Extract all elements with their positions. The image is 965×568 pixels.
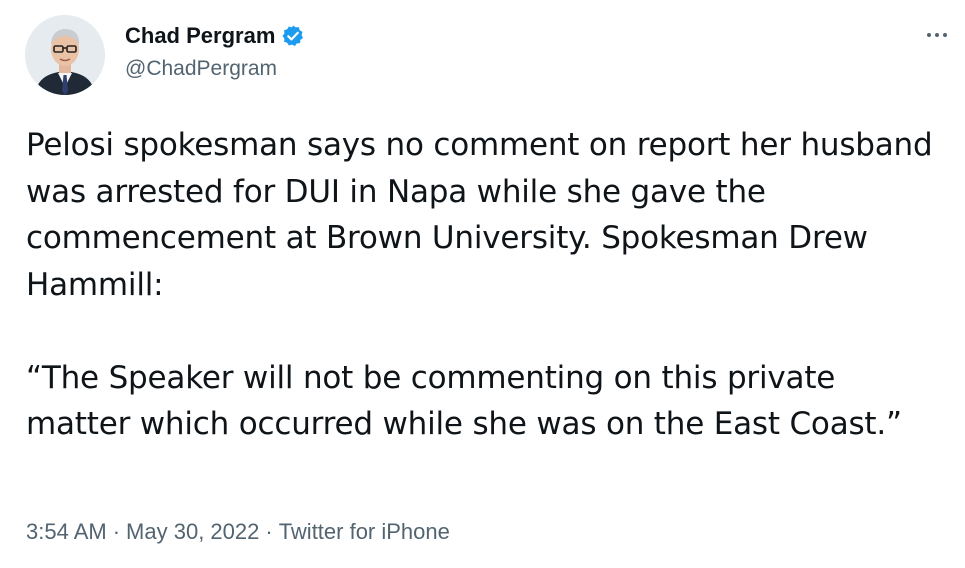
- tweet-paragraph: “The Speaker will not be commenting on t…: [26, 359, 902, 443]
- more-options-icon: [927, 33, 931, 37]
- verified-badge-icon: [281, 24, 305, 48]
- tweet-time[interactable]: 3:54 AM: [26, 519, 107, 544]
- meta-separator: ·: [112, 519, 121, 544]
- more-options-icon-dot: [943, 33, 947, 37]
- author-block: Chad Pergram @ChadPergram: [125, 22, 305, 84]
- tweet-paragraph: Pelosi spokesman says no comment on repo…: [26, 127, 933, 303]
- more-options-button[interactable]: [919, 22, 955, 48]
- avatar[interactable]: [25, 15, 105, 95]
- tweet-source: Twitter for iPhone: [278, 519, 450, 544]
- tweet-text: Pelosi spokesman says no comment on repo…: [26, 122, 946, 448]
- tweet-date[interactable]: May 30, 2022: [126, 519, 259, 544]
- author-display-name[interactable]: Chad Pergram: [125, 22, 275, 50]
- tweet-metadata: 3:54 AM · May 30, 2022 · Twitter for iPhone: [26, 517, 450, 547]
- name-row: Chad Pergram: [125, 22, 305, 50]
- avatar-image: [25, 15, 105, 95]
- author-handle[interactable]: @ChadPergram: [125, 54, 305, 84]
- meta-separator: ·: [265, 519, 273, 544]
- tweet-card: Chad Pergram @ChadPergram Pelosi spokesm…: [0, 0, 965, 568]
- more-options-icon-dot: [935, 33, 939, 37]
